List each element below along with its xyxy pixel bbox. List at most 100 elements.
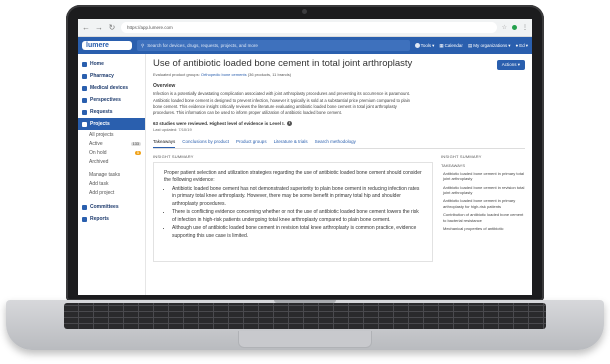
my-organizations-button[interactable]: ▤ My organizations ▾ [468, 43, 511, 49]
home-icon [82, 61, 87, 67]
sub-label: All projects [89, 131, 114, 138]
right-navigation: INSIGHT SUMMARY TAKEAWAYS Antibiotic loa… [441, 154, 525, 262]
studies-text: 63 studies were reviewed. Highest level … [153, 120, 285, 126]
takeaway-link[interactable]: Mechanical properties of antibiotic [443, 226, 525, 231]
sidebar-sub-add-project[interactable]: Add project [78, 188, 145, 197]
medical-devices-icon [82, 85, 87, 91]
sidebar-sub-archived[interactable]: Archived [78, 157, 145, 166]
forward-icon[interactable]: → [95, 23, 103, 32]
count-badge: 5 [134, 150, 141, 155]
evaluated-prefix: Evaluated product groups: [153, 72, 200, 78]
sidebar-item-label: Reports [90, 216, 109, 222]
sidebar-sub-add-task[interactable]: Add task [78, 179, 145, 188]
sub-label: Add project [89, 189, 115, 196]
sidebar-item-label: Requests [90, 109, 113, 115]
search-icon: ⚲ [141, 42, 145, 48]
reload-icon[interactable]: ↻ [108, 23, 116, 32]
insight-summary-section: INSIGHT SUMMARY Proper patient selection… [153, 154, 433, 262]
tools-button[interactable]: Tools ▾ [414, 43, 434, 49]
last-updated: Last updated: 7/10/19 [153, 126, 192, 132]
app-header: lumere ⚲ Search for devices, drugs, requ… [78, 37, 532, 54]
studies-summary: 63 studies were reviewed. Highest level … [153, 120, 525, 126]
takeaway-link[interactable]: Antibiotic loaded bone cement in primary… [443, 198, 525, 209]
laptop-lid: ← → ↻ https://app.lumere.com ☆ ⋮ lumere … [66, 5, 544, 301]
tab-product-groups[interactable]: Product groups [236, 139, 267, 148]
sub-label: On hold [89, 149, 107, 156]
sidebar-item-pharmacy[interactable]: Pharmacy [78, 70, 145, 82]
insight-summary-card: Proper patient selection and utilization… [153, 161, 433, 262]
browser-menu-icon[interactable]: ⋮ [522, 24, 528, 31]
sidebar-item-label: Medical devices [90, 85, 129, 91]
overview-heading: Overview [153, 83, 176, 90]
takeaway-link[interactable]: Antibiotic loaded bone cement in primary… [443, 171, 525, 182]
sidebar-sub-on-hold[interactable]: On hold 5 [78, 148, 145, 157]
sidebar-item-home[interactable]: Home [78, 58, 145, 70]
actions-button[interactable]: Actions ▾ [496, 60, 525, 70]
calendar-button[interactable]: ▦ Calendar [439, 43, 463, 49]
evaluated-product-groups: Evaluated product groups: Orthopedic bon… [153, 72, 525, 77]
url-text: https://app.lumere.com [127, 25, 173, 30]
sub-label: Manage tasks [89, 171, 121, 178]
user-icon: ● [515, 43, 519, 48]
sidebar-sub-active[interactable]: Active 133 [78, 139, 145, 148]
takeaway-link[interactable]: Antibiotic loaded bone cement in revisio… [443, 185, 525, 196]
sidebar-sub-all-projects[interactable]: All projects [78, 130, 145, 139]
list-item: Although use of antibiotic loaded bone c… [172, 225, 422, 240]
list-item: Antibiotic loaded bone cement has not de… [172, 186, 422, 209]
pharmacy-icon [82, 73, 87, 79]
sidebar-sub-manage-tasks[interactable]: Manage tasks [78, 170, 145, 179]
sidebar-item-label: Pharmacy [90, 73, 114, 79]
page-title: Use of antibiotic loaded bone cement in … [153, 58, 413, 69]
calendar-label: Calendar [444, 43, 463, 48]
list-item: There is conflicting evidence concerning… [172, 209, 422, 224]
camera-icon [302, 9, 307, 14]
sidebar-item-label: Committees [90, 204, 119, 210]
perspectives-icon [82, 97, 87, 103]
sidebar-item-requests[interactable]: Requests [78, 106, 145, 118]
actions-label: Actions [501, 62, 517, 67]
sidebar-item-label: Projects [90, 121, 110, 127]
search-placeholder: Search for devices, drugs, requests, pro… [147, 43, 258, 48]
organizations-label: My organizations [473, 43, 508, 48]
organizations-icon: ▤ [467, 42, 473, 48]
insight-intro: Proper patient selection and utilization… [164, 169, 422, 184]
sidebar: Home Pharmacy Medical devices Perspectiv… [78, 54, 146, 295]
tab-takeaways[interactable]: Takeaways [153, 139, 176, 148]
sidebar-item-reports[interactable]: Reports [78, 213, 145, 225]
back-icon[interactable]: ← [82, 23, 90, 32]
count-badge: 133 [130, 141, 141, 146]
account-button[interactable]: ● Ed ▾ [516, 43, 529, 49]
tools-label: Tools [420, 43, 432, 48]
projects-icon [82, 121, 87, 127]
takeaways-label: TAKEAWAYS [441, 162, 466, 168]
sidebar-item-committees[interactable]: Committees [78, 201, 145, 213]
global-search-input[interactable]: ⚲ Search for devices, drugs, requests, p… [137, 40, 410, 51]
right-insight-label[interactable]: INSIGHT SUMMARY [441, 154, 525, 159]
sub-label: Active [89, 140, 103, 147]
product-group-link[interactable]: Orthopedic bone cements [201, 72, 247, 77]
extension-icon[interactable] [512, 25, 517, 30]
info-icon[interactable]: i [286, 120, 292, 126]
tab-search-methodology[interactable]: Search methodology [315, 139, 356, 148]
keyboard [64, 303, 546, 329]
sub-label: Archived [89, 158, 109, 165]
tab-literature-trials[interactable]: Literature & trials [274, 139, 308, 148]
bookmark-star-icon[interactable]: ☆ [502, 24, 507, 31]
evaluated-suffix: (36 products, 11 brands) [247, 72, 292, 78]
takeaway-link[interactable]: Contribution of antibiotic loaded bone c… [443, 212, 525, 223]
sidebar-item-label: Home [90, 61, 104, 67]
reports-icon [82, 216, 87, 222]
insight-summary-label: INSIGHT SUMMARY [153, 153, 194, 159]
sub-label: Add task [89, 180, 109, 187]
lumere-logo[interactable]: lumere [82, 41, 132, 50]
sidebar-item-perspectives[interactable]: Perspectives [78, 94, 145, 106]
main-content: Use of antibiotic loaded bone cement in … [146, 54, 532, 295]
laptop-base [6, 300, 604, 350]
address-bar[interactable]: https://app.lumere.com [121, 22, 497, 33]
calendar-icon: ▦ [439, 42, 444, 48]
tab-conclusions-by-product[interactable]: Conclusions by product [182, 139, 229, 148]
sidebar-item-medical-devices[interactable]: Medical devices [78, 82, 145, 94]
sidebar-item-projects[interactable]: Projects [78, 118, 145, 130]
requests-icon [82, 109, 87, 115]
overview-text: Infection is a potentially devastating c… [153, 91, 410, 115]
